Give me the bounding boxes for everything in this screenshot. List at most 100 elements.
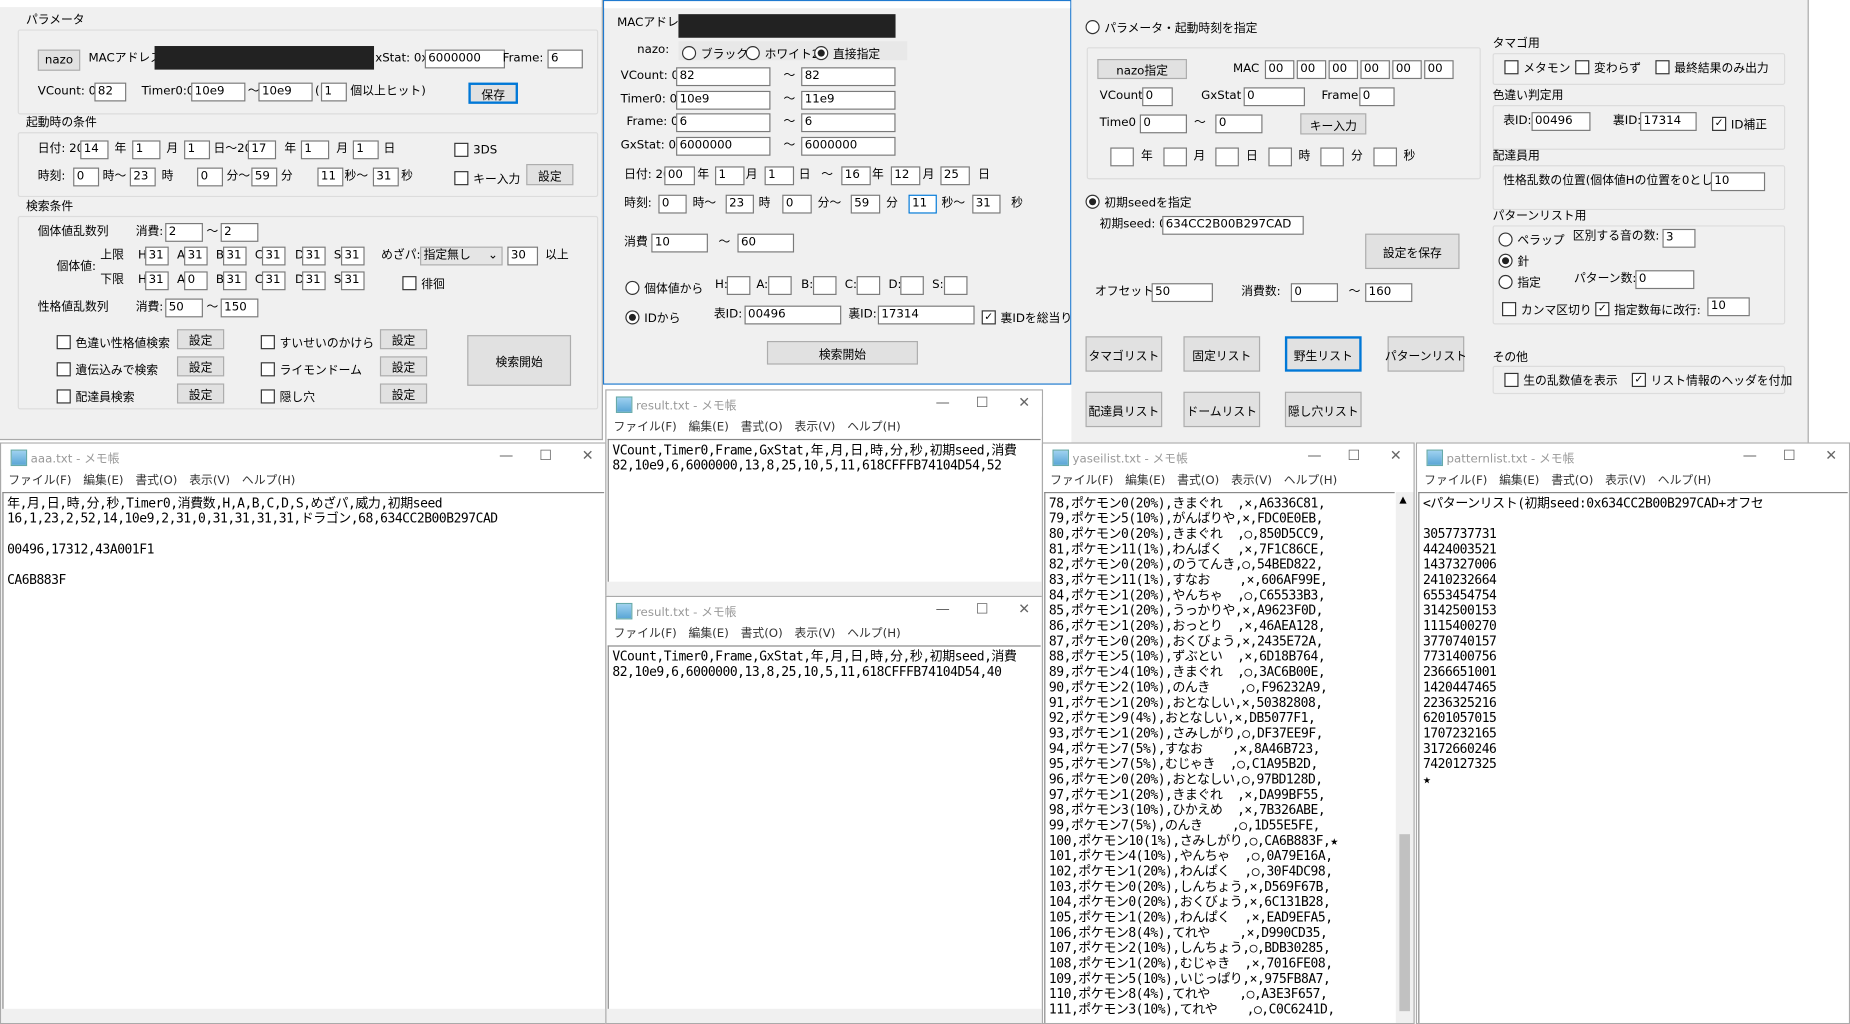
range-from-input[interactable]: 6000000: [676, 136, 771, 156]
menu-item[interactable]: ヘルプ(H): [242, 470, 295, 492]
menu-item[interactable]: ファイル(F): [614, 417, 677, 439]
datetime-input[interactable]: [1162, 147, 1187, 167]
menu-item[interactable]: 編集(E): [1125, 470, 1165, 492]
vcount-input[interactable]: 82: [94, 82, 127, 102]
consume-to-input[interactable]: 160: [1365, 283, 1413, 303]
hour-to-input[interactable]: 23: [129, 167, 156, 187]
sid-brute-checkbox[interactable]: ✓ 裏IDを総当り: [981, 308, 1070, 326]
option-checkbox[interactable]: 配達員検索: [56, 387, 135, 405]
day-from-input[interactable]: 1: [184, 140, 211, 160]
list-button[interactable]: 固定リスト: [1183, 336, 1261, 372]
menu-item[interactable]: 書式(O): [1551, 470, 1593, 492]
menu-item[interactable]: 編集(E): [83, 470, 123, 492]
list-button[interactable]: パターンリスト: [1385, 336, 1467, 372]
radio-seed[interactable]: 初期seedを指定: [1085, 192, 1192, 210]
search-start-button[interactable]: 検索開始: [467, 335, 572, 386]
sec-to-input[interactable]: 31: [972, 194, 1001, 214]
checkbox-box[interactable]: [1504, 372, 1519, 387]
newline-checkbox[interactable]: ✓ 指定数毎に改行:: [1595, 300, 1701, 317]
checkbox-box[interactable]: [454, 142, 469, 157]
delivery-input[interactable]: 10: [1710, 172, 1766, 192]
text-area[interactable]: 78,ポケモン0(20%),きまぐれ ,×,A6336C81, 79,ポケモン5(…: [1044, 492, 1395, 1023]
pid-consume-to-input[interactable]: 150: [220, 298, 259, 318]
id-fix-checkbox[interactable]: ✓ ID補正: [1712, 114, 1767, 132]
datetime-input[interactable]: [1320, 147, 1344, 167]
sec-from-input[interactable]: 11: [908, 194, 937, 214]
range-to-input[interactable]: 11e9: [801, 90, 896, 110]
3ds-checkbox[interactable]: 3DS: [454, 142, 497, 157]
radio-needle[interactable]: 針: [1498, 251, 1529, 269]
radio-button[interactable]: [625, 280, 640, 295]
day-from-input[interactable]: 1: [764, 166, 795, 186]
range-from-input[interactable]: 6: [676, 113, 771, 133]
month-from-input[interactable]: 1: [715, 166, 745, 186]
checkbox-box[interactable]: [1655, 59, 1670, 74]
radio-button[interactable]: [1498, 231, 1513, 247]
range-from-input[interactable]: 10e9: [676, 90, 771, 110]
option-checkbox[interactable]: 遺伝込みで検索: [56, 360, 158, 378]
mac-byte-input[interactable]: 00: [1296, 60, 1327, 80]
menu-item[interactable]: 表示(V): [1231, 470, 1272, 492]
checkbox-box[interactable]: [260, 361, 275, 376]
menu-item[interactable]: 書式(O): [741, 623, 783, 645]
iv-upper-input[interactable]: 31: [302, 246, 326, 266]
option-settings-button[interactable]: 設定: [379, 383, 428, 404]
iv-input[interactable]: [726, 276, 751, 295]
radio-button[interactable]: [1085, 19, 1100, 34]
nazo-button[interactable]: nazo: [37, 49, 81, 71]
sid-input[interactable]: 17314: [877, 305, 975, 325]
option-settings-button[interactable]: 設定: [379, 329, 428, 350]
option-settings-button[interactable]: 設定: [176, 329, 225, 350]
frame-input[interactable]: 6: [547, 49, 583, 69]
keyinput-checkbox[interactable]: キー入力: [454, 169, 520, 186]
iv-lower-input[interactable]: 31: [223, 271, 247, 291]
radio-chatot[interactable]: ペラップ: [1498, 230, 1565, 248]
sec-to-input[interactable]: 31: [372, 167, 399, 187]
datetime-input[interactable]: [1215, 147, 1239, 167]
option-checkbox[interactable]: ライモンドーム: [260, 360, 362, 378]
month-to-input[interactable]: 1: [300, 140, 330, 160]
menu-item[interactable]: 書式(O): [1177, 470, 1219, 492]
year-to-input[interactable]: 17: [247, 140, 277, 160]
menu-item[interactable]: 書式(O): [135, 470, 177, 492]
radio-specify[interactable]: 指定: [1498, 273, 1541, 290]
year-from-input[interactable]: 00: [664, 166, 695, 186]
iv-input[interactable]: [943, 276, 968, 295]
sid-input[interactable]: 17314: [1640, 112, 1697, 131]
mac-byte-input[interactable]: 00: [1328, 60, 1359, 80]
menu-item[interactable]: ヘルプ(H): [847, 623, 900, 645]
horizontal-scrollbar[interactable]: [1, 1008, 606, 1023]
pattern-count-input[interactable]: 0: [1635, 270, 1695, 290]
save-button[interactable]: 保存: [468, 82, 518, 104]
sound-count-input[interactable]: 3: [1662, 228, 1696, 248]
checkbox-box[interactable]: [260, 334, 275, 349]
pid-consume-from-input[interactable]: 50: [165, 298, 203, 318]
menu-item[interactable]: ファイル(F): [614, 623, 677, 645]
min-to-input[interactable]: 59: [850, 194, 881, 214]
text-area[interactable]: VCount,Timer0,Frame,GxStat,年,月,日,時,分,秒,初…: [607, 645, 1041, 1023]
checkbox-box[interactable]: [454, 170, 469, 185]
radio-param[interactable]: パラメータ・起動時刻を指定: [1085, 18, 1257, 35]
radio-button[interactable]: [814, 45, 829, 60]
menu-item[interactable]: 編集(E): [689, 417, 729, 439]
menu-item[interactable]: ファイル(F): [1050, 470, 1113, 492]
checkbox-checked[interactable]: ✓: [1712, 116, 1727, 131]
min-from-input[interactable]: 0: [782, 194, 812, 214]
menu-item[interactable]: ヘルプ(H): [847, 417, 900, 439]
minimize-button[interactable]: —: [1743, 447, 1757, 464]
egg-checkbox[interactable]: 最終結果のみ出力: [1655, 58, 1769, 76]
hit-count-input[interactable]: 1: [320, 82, 347, 102]
timer0-min-input[interactable]: 10e9: [191, 82, 246, 102]
menu-item[interactable]: ヘルプ(H): [1284, 470, 1337, 492]
keyinput-settings-button[interactable]: 設定: [526, 164, 574, 186]
range-to-input[interactable]: 82: [801, 67, 896, 87]
iv-lower-input[interactable]: 0: [184, 271, 208, 291]
checkbox-box[interactable]: [1575, 59, 1590, 74]
header-checkbox[interactable]: ✓ リスト情報のヘッダを付加: [1631, 370, 1792, 388]
list-button[interactable]: 野生リスト: [1284, 336, 1362, 372]
checkbox-box[interactable]: [56, 334, 71, 349]
maximize-button[interactable]: ☐: [1347, 447, 1360, 464]
checkbox-checked[interactable]: ✓: [1631, 372, 1646, 387]
keyinput-button[interactable]: キー入力: [1300, 113, 1367, 135]
radio-from-id[interactable]: IDから: [625, 308, 680, 326]
